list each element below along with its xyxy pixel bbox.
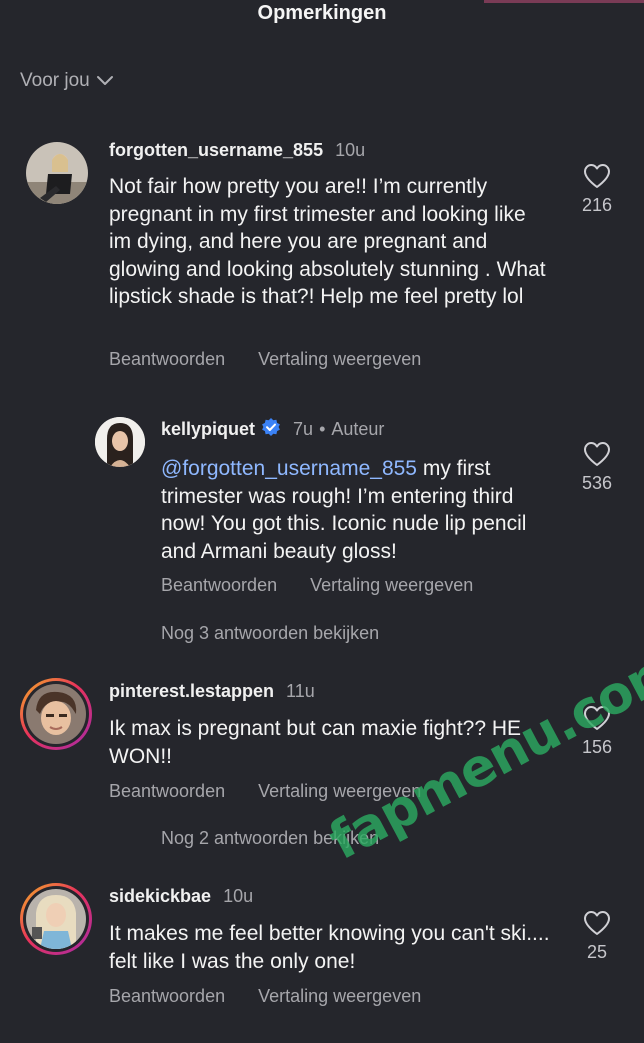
like-count: 536 [581, 473, 613, 493]
avatar-with-story-ring[interactable] [20, 678, 92, 750]
reply-button[interactable]: Beantwoorden [109, 986, 225, 1007]
mention-link[interactable]: @forgotten_username_855 [161, 457, 417, 480]
sort-filter-dropdown[interactable]: Voor jou [20, 70, 114, 92]
comment-time: 10u [335, 140, 366, 160]
heart-icon [572, 163, 622, 189]
avatar[interactable] [95, 417, 145, 467]
chevron-down-icon [96, 75, 114, 87]
comment-text: Ik max is pregnant but can maxie fight??… [109, 717, 522, 768]
comment-username[interactable]: sidekickbae [109, 886, 211, 907]
sort-filter-label: Voor jou [20, 70, 90, 91]
comment-username[interactable]: kellypiquet [161, 419, 255, 440]
page-title: Opmerkingen [257, 2, 387, 24]
translate-button[interactable]: Vertaling weergeven [310, 575, 473, 596]
view-more-replies-button[interactable]: Nog 3 antwoorden bekijken [161, 623, 379, 644]
heart-icon [572, 705, 622, 731]
reply-button[interactable]: Beantwoorden [109, 349, 225, 370]
like-button[interactable]: 216 [572, 163, 622, 216]
avatar-with-story-ring[interactable] [20, 883, 92, 955]
like-button[interactable]: 536 [572, 441, 622, 494]
like-count: 216 [581, 195, 613, 215]
reply-button[interactable]: Beantwoorden [109, 781, 225, 802]
comment-time: 7u [293, 419, 314, 439]
like-count: 156 [581, 737, 613, 757]
translate-button[interactable]: Vertaling weergeven [258, 349, 421, 370]
like-button[interactable]: 25 [572, 910, 622, 963]
comment-meta: forgotten_username_855 10u [109, 140, 365, 161]
comment-meta: sidekickbae 10u [109, 886, 253, 907]
comment-text: It makes me feel better knowing you can'… [109, 922, 550, 973]
like-count: 25 [586, 942, 608, 962]
comment-actions: Beantwoorden Vertaling weergeven [109, 781, 449, 802]
heart-icon [572, 910, 622, 936]
comment-username[interactable]: pinterest.lestappen [109, 681, 274, 702]
translate-button[interactable]: Vertaling weergeven [258, 781, 421, 802]
comment-time: 11u [286, 681, 315, 701]
reply-button[interactable]: Beantwoorden [161, 575, 277, 596]
avatar[interactable] [26, 142, 88, 204]
heart-icon [572, 441, 622, 467]
view-more-replies-button[interactable]: Nog 2 antwoorden bekijken [161, 828, 379, 849]
translate-button[interactable]: Vertaling weergeven [258, 986, 421, 1007]
comment-meta: kellypiquet 7u • Auteur [161, 417, 384, 442]
comment-actions: Beantwoorden Vertaling weergeven [161, 575, 501, 596]
comment-actions: Beantwoorden Vertaling weergeven [109, 986, 449, 1007]
verified-badge-icon [261, 417, 281, 442]
comment-meta: pinterest.lestappen 11u [109, 681, 315, 702]
comment-actions: Beantwoorden Vertaling weergeven [109, 349, 449, 370]
like-button[interactable]: 156 [572, 705, 622, 758]
comment-text: Not fair how pretty you are!! I’m curren… [109, 175, 546, 308]
author-badge: Auteur [331, 419, 385, 439]
comment-username[interactable]: forgotten_username_855 [109, 140, 323, 161]
comment-text: @forgotten_username_855 my first trimest… [161, 455, 556, 565]
comment-time: 10u [223, 886, 254, 906]
